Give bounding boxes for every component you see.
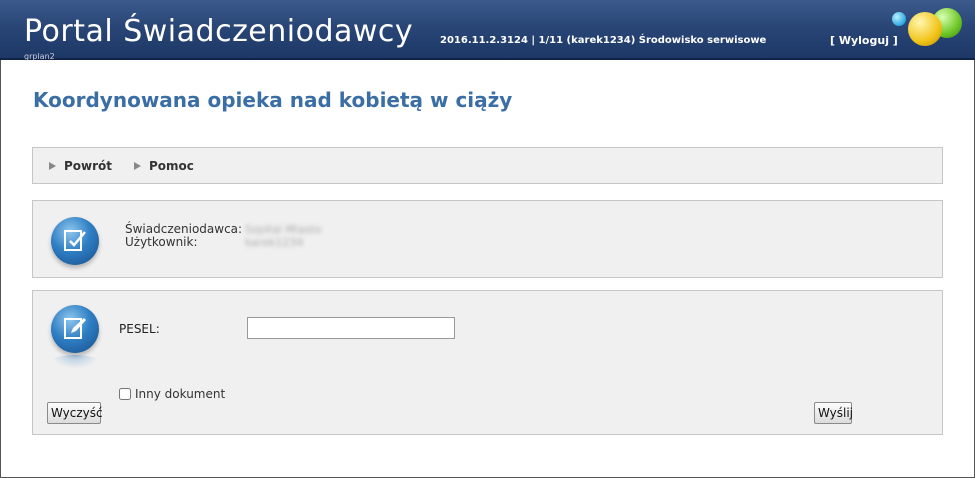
other-document-option[interactable]: Inny dokument <box>119 387 225 401</box>
pesel-label: PESEL: <box>119 322 160 336</box>
header-subtag: grplan2 <box>24 52 55 61</box>
back-link-label: Powrót <box>64 159 113 173</box>
back-link[interactable]: Powrót <box>49 159 112 173</box>
send-button[interactable]: Wyślij <box>814 402 853 424</box>
yellow-ball-icon <box>908 12 942 46</box>
info-panel: Świadczeniodawca: Użytkownik: Szpital Mi… <box>32 200 943 278</box>
page-title: Koordynowana opieka nad kobietą w ciąży <box>33 88 513 112</box>
other-document-label: Inny dokument <box>135 387 226 401</box>
pesel-input[interactable] <box>247 317 455 339</box>
arrow-right-icon <box>49 162 56 170</box>
navigation-panel: Powrót Pomoc <box>32 147 943 184</box>
provider-value: Szpital Miasto <box>245 223 322 236</box>
header-bar: Portal Świadczeniodawcy 2016.11.2.3124 |… <box>0 0 975 61</box>
clear-button[interactable]: Wyczyść <box>47 402 103 424</box>
arrow-right-icon <box>134 162 141 170</box>
help-link[interactable]: Pomoc <box>134 159 194 173</box>
user-value: karek1234 <box>245 236 304 249</box>
info-labels: Świadczeniodawca: Użytkownik: <box>125 223 242 249</box>
balls-logo-icon <box>888 8 968 54</box>
help-link-label: Pomoc <box>149 159 194 173</box>
app-title: Portal Świadczeniodawcy <box>24 14 414 49</box>
version-info: 2016.11.2.3124 | 1/11 (karek1234) Środow… <box>440 35 767 46</box>
edit-document-icon <box>51 305 99 353</box>
pesel-form-panel: PESEL: Inny dokument Wyczyść Wyślij <box>32 290 943 435</box>
user-label: Użytkownik: <box>125 235 198 249</box>
blue-ball-icon <box>892 12 906 26</box>
icon-reflection <box>51 355 99 369</box>
edit-document-icon <box>51 217 99 265</box>
other-document-checkbox[interactable] <box>119 388 131 400</box>
info-values: Szpital Miasto karek1234 <box>245 223 321 249</box>
